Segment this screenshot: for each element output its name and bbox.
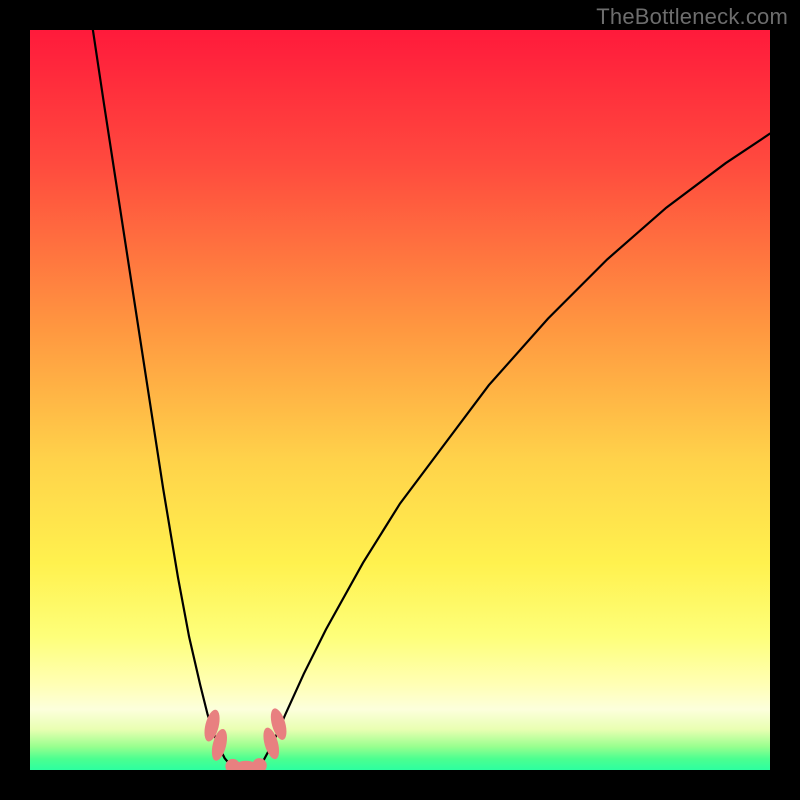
plot-area <box>30 30 770 770</box>
watermark-text: TheBottleneck.com <box>596 4 788 30</box>
gradient-background <box>30 30 770 770</box>
chart-svg <box>30 30 770 770</box>
chart-frame: TheBottleneck.com <box>0 0 800 800</box>
